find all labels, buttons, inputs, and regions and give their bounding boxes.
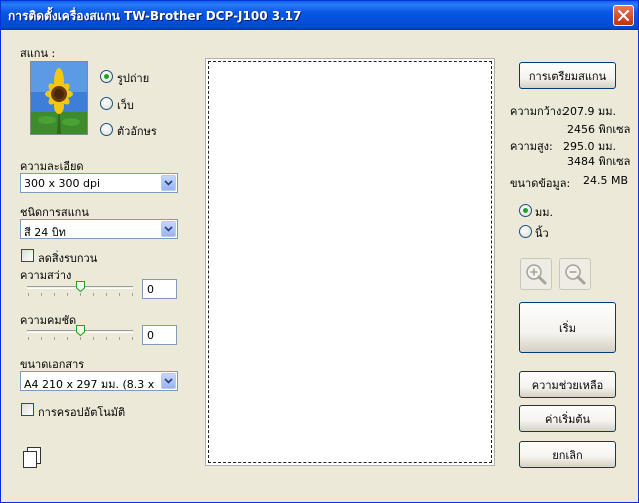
height-label: ความสูง:: [510, 140, 553, 153]
radio-indicator: [519, 204, 532, 217]
slider-tick: [80, 337, 81, 340]
scan-type-photo-label: รูปถ่าย: [117, 72, 150, 85]
slider-tick: [54, 293, 55, 296]
doc-size-value: A4 210 x 297 มม. (8.3 x 11: [24, 378, 158, 391]
slider-tick: [80, 293, 81, 296]
defaults-button[interactable]: ค่าเริ่มต้น: [519, 405, 616, 432]
zoom-out-icon: [565, 264, 586, 285]
slider-tick: [28, 293, 29, 296]
close-button[interactable]: [613, 5, 634, 26]
scanner-setup-dialog: การติดตั้งเครื่องสแกน TW-Brother DCP-J10…: [0, 0, 639, 503]
auto-crop-checkbox[interactable]: การครอปอัตโนมัติ: [21, 403, 171, 419]
zoom-in-icon: [526, 264, 547, 285]
defaults-button-label: ค่าเริ่มต้น: [544, 412, 591, 426]
data-size-value: 24.5 MB: [583, 174, 629, 187]
unit-mm-label: มม.: [535, 206, 553, 219]
reduce-noise-checkbox[interactable]: ลดสิ่งรบกวน: [21, 249, 161, 265]
scan-mode-value: สี 24 บิท: [24, 226, 66, 239]
scan-preview-area[interactable]: [205, 58, 495, 466]
height-px-value: 3484 พิกเซล: [567, 155, 631, 168]
close-icon: [618, 10, 629, 21]
prescan-button[interactable]: การเตรียมสแกน: [519, 62, 616, 89]
slider-tick: [93, 337, 94, 340]
contrast-slider[interactable]: [25, 324, 137, 342]
resolution-select[interactable]: 300 x 300 dpi: [20, 173, 178, 193]
slider-tick: [132, 293, 133, 296]
start-button-label: เริ่ม: [559, 321, 576, 335]
chevron-down-icon[interactable]: [161, 175, 176, 191]
copy-pages-icon[interactable]: [22, 447, 42, 469]
slider-tick: [41, 293, 42, 296]
title-bar[interactable]: การติดตั้งเครื่องสแกน TW-Brother DCP-J10…: [1, 1, 638, 30]
slider-tick: [41, 337, 42, 340]
checkbox-box: [21, 403, 34, 416]
contrast-input[interactable]: 0: [142, 325, 177, 345]
checkbox-box: [21, 249, 34, 262]
chevron-down-icon[interactable]: [161, 221, 176, 237]
width-mm-value: 207.9 มม.: [563, 105, 616, 118]
brightness-value: 0: [147, 283, 154, 296]
doc-size-select[interactable]: A4 210 x 297 มม. (8.3 x 11: [20, 371, 178, 391]
scan-type-label: สแกน :: [20, 47, 56, 60]
slider-tick: [106, 337, 107, 340]
slider-tick: [28, 337, 29, 340]
sunflower-icon: [31, 62, 87, 134]
contrast-value: 0: [147, 329, 154, 342]
slider-thumb[interactable]: [76, 281, 85, 292]
radio-indicator: [100, 123, 113, 136]
unit-inch-label: นิ้ว: [535, 227, 549, 240]
brightness-slider[interactable]: [25, 280, 137, 298]
scan-mode-select[interactable]: สี 24 บิท: [20, 219, 178, 239]
resolution-value: 300 x 300 dpi: [24, 177, 101, 190]
prescan-button-label: การเตรียมสแกน: [528, 69, 607, 83]
scan-type-thumbnail: [30, 61, 88, 135]
width-label: ความกว้าง:: [510, 105, 566, 118]
scan-type-web-label: เว็บ: [117, 99, 134, 112]
slider-thumb[interactable]: [76, 325, 85, 336]
zoom-out-button[interactable]: [559, 258, 591, 290]
slider-tick: [93, 293, 94, 296]
slider-tick: [54, 337, 55, 340]
help-button[interactable]: ความช่วยเหลือ: [519, 371, 616, 398]
cancel-button-label: ยกเลิก: [552, 448, 583, 462]
scan-area-selection[interactable]: [208, 61, 492, 463]
cancel-button[interactable]: ยกเลิก: [519, 441, 616, 468]
radio-indicator: [100, 97, 113, 110]
auto-crop-label: การครอปอัตโนมัติ: [38, 406, 126, 419]
brightness-input[interactable]: 0: [142, 279, 177, 299]
slider-tick: [67, 293, 68, 296]
slider-tick: [119, 337, 120, 340]
width-px-value: 2456 พิกเซล: [567, 123, 631, 136]
radio-indicator: [100, 70, 113, 83]
slider-tick: [119, 293, 120, 296]
chevron-down-icon[interactable]: [161, 373, 176, 389]
slider-tick: [106, 293, 107, 296]
scan-type-text-label: ตัวอักษร: [117, 125, 157, 138]
start-button[interactable]: เริ่ม: [519, 302, 616, 353]
reduce-noise-label: ลดสิ่งรบกวน: [38, 252, 98, 265]
slider-tick: [132, 337, 133, 340]
slider-tick: [67, 337, 68, 340]
radio-indicator: [519, 225, 532, 238]
data-size-label: ขนาดข้อมูล:: [510, 177, 571, 190]
help-button-label: ความช่วยเหลือ: [531, 378, 604, 392]
window-title: การติดตั้งเครื่องสแกน TW-Brother DCP-J10…: [8, 9, 302, 23]
zoom-in-button[interactable]: [520, 258, 552, 290]
